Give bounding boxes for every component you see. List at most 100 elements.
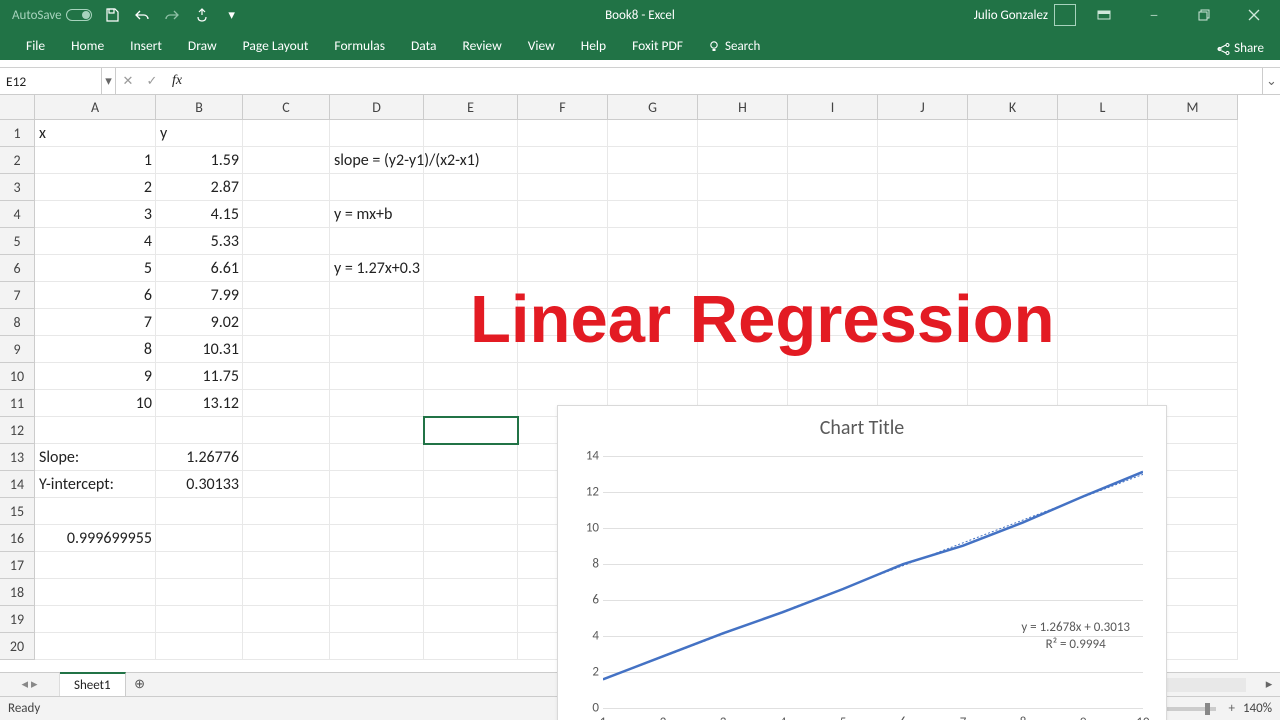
cell[interactable]	[1148, 282, 1238, 309]
cell-value[interactable]: 0.30133	[156, 471, 243, 498]
cell[interactable]	[156, 417, 243, 444]
avatar[interactable]	[1054, 4, 1076, 26]
cell[interactable]	[156, 498, 243, 525]
tab-home[interactable]: Home	[59, 31, 116, 60]
column-header[interactable]: H	[698, 95, 788, 120]
redo-icon[interactable]	[162, 5, 182, 25]
row-header[interactable]: 7	[0, 282, 35, 309]
row-header[interactable]: 4	[0, 201, 35, 228]
cell[interactable]	[424, 525, 518, 552]
cell[interactable]	[424, 579, 518, 606]
cell[interactable]	[518, 228, 608, 255]
cell[interactable]	[35, 579, 156, 606]
cell-value[interactable]: 11.75	[156, 363, 243, 390]
cell[interactable]	[968, 309, 1058, 336]
cell-value[interactable]: x	[35, 120, 156, 147]
cell[interactable]	[424, 498, 518, 525]
tab-foxit[interactable]: Foxit PDF	[620, 31, 695, 60]
selected-cell[interactable]	[424, 417, 518, 444]
cell[interactable]	[156, 606, 243, 633]
cell[interactable]	[1148, 228, 1238, 255]
cell[interactable]	[1148, 309, 1238, 336]
tab-insert[interactable]: Insert	[118, 31, 174, 60]
cell[interactable]	[35, 552, 156, 579]
cell-value[interactable]: 1.26776	[156, 444, 243, 471]
cell[interactable]	[330, 228, 424, 255]
cell[interactable]	[1058, 147, 1148, 174]
cell-value[interactable]: 13.12	[156, 390, 243, 417]
cell[interactable]	[1148, 363, 1238, 390]
row-header[interactable]: 1	[0, 120, 35, 147]
quick-access-customize-icon[interactable]: ▾	[222, 5, 242, 25]
cell[interactable]	[878, 228, 968, 255]
cell-value[interactable]: 1	[35, 147, 156, 174]
row-header[interactable]: 20	[0, 633, 35, 660]
cell-value[interactable]: Slope:	[35, 444, 156, 471]
cell[interactable]	[243, 309, 330, 336]
cell[interactable]	[698, 363, 788, 390]
column-header[interactable]: E	[424, 95, 518, 120]
cell[interactable]	[35, 633, 156, 660]
cell[interactable]	[243, 417, 330, 444]
cell[interactable]	[1058, 336, 1148, 363]
cell-value[interactable]: 10	[35, 390, 156, 417]
cell[interactable]	[243, 498, 330, 525]
cell[interactable]	[968, 120, 1058, 147]
row-header[interactable]: 16	[0, 525, 35, 552]
column-header[interactable]: C	[243, 95, 330, 120]
cell[interactable]	[330, 282, 424, 309]
sheet-nav-arrows[interactable]: ◂ ▸	[0, 673, 60, 696]
cell[interactable]	[243, 201, 330, 228]
cell[interactable]	[424, 471, 518, 498]
cell[interactable]	[788, 336, 878, 363]
row-header[interactable]: 11	[0, 390, 35, 417]
cell-value[interactable]: 9.02	[156, 309, 243, 336]
cell[interactable]	[788, 363, 878, 390]
cell[interactable]	[518, 120, 608, 147]
cell[interactable]	[698, 309, 788, 336]
cell[interactable]	[156, 552, 243, 579]
cell[interactable]	[156, 579, 243, 606]
cell[interactable]	[330, 309, 424, 336]
zoom-in-button[interactable]: +	[1228, 701, 1234, 716]
cell[interactable]	[608, 363, 698, 390]
sheet-tab-active[interactable]: Sheet1	[60, 672, 126, 696]
row-header[interactable]: 17	[0, 552, 35, 579]
cell[interactable]	[608, 174, 698, 201]
cell[interactable]	[330, 606, 424, 633]
fx-icon[interactable]: fx	[164, 73, 190, 89]
cell[interactable]	[878, 147, 968, 174]
cell[interactable]	[330, 336, 424, 363]
cell[interactable]	[878, 282, 968, 309]
enter-formula-icon[interactable]: ✓	[140, 74, 164, 89]
cell[interactable]	[156, 525, 243, 552]
cell[interactable]	[424, 633, 518, 660]
save-icon[interactable]	[102, 5, 122, 25]
cell[interactable]	[330, 390, 424, 417]
cell[interactable]	[424, 174, 518, 201]
share-button[interactable]: Share	[1208, 37, 1272, 60]
column-header[interactable]: F	[518, 95, 608, 120]
cell[interactable]	[1148, 201, 1238, 228]
tab-data[interactable]: Data	[399, 31, 448, 60]
cell[interactable]	[330, 579, 424, 606]
cell[interactable]	[243, 174, 330, 201]
cell[interactable]	[608, 201, 698, 228]
cell[interactable]	[330, 471, 424, 498]
cell[interactable]	[878, 120, 968, 147]
expand-formula-bar-icon[interactable]: ⌄	[1262, 68, 1280, 94]
cell-value[interactable]: y	[156, 120, 243, 147]
cell[interactable]	[424, 444, 518, 471]
cell[interactable]	[788, 282, 878, 309]
username-label[interactable]: Julio Gonzalez	[974, 8, 1048, 23]
cell-value[interactable]: slope = (y2-y1)/(x2-x1)	[330, 147, 612, 174]
cell[interactable]	[330, 120, 424, 147]
cell[interactable]	[518, 282, 608, 309]
cell[interactable]	[788, 147, 878, 174]
cell[interactable]	[968, 282, 1058, 309]
cell[interactable]	[968, 174, 1058, 201]
cell[interactable]	[698, 336, 788, 363]
cell[interactable]	[243, 147, 330, 174]
column-header[interactable]: A	[35, 95, 156, 120]
row-header[interactable]: 19	[0, 606, 35, 633]
